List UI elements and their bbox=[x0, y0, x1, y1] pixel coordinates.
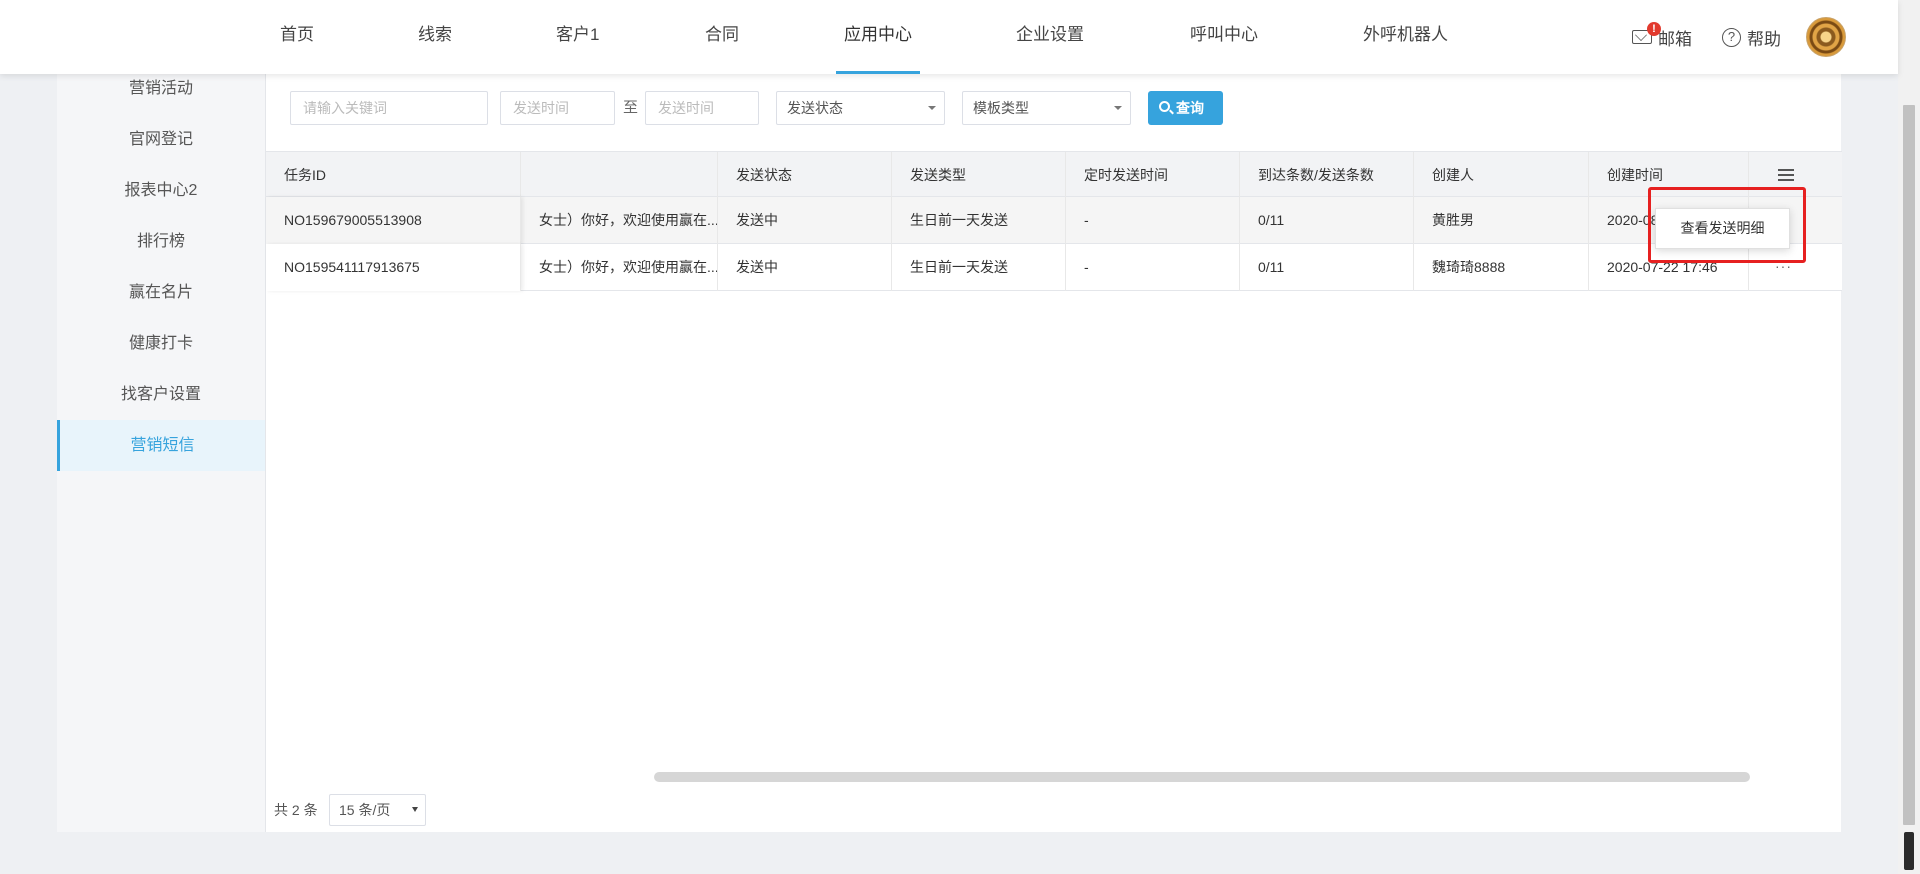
column-settings-icon[interactable] bbox=[1778, 169, 1794, 182]
send-status-select[interactable]: 发送状态 bbox=[776, 91, 945, 125]
cell-task-id: NO159541117913675 bbox=[266, 244, 521, 291]
query-button-label: 查询 bbox=[1176, 100, 1204, 116]
fixed-id-column: NO159541117913675 bbox=[266, 244, 521, 291]
sidebar-item-report-center[interactable]: 报表中心2 bbox=[57, 165, 265, 216]
template-type-select[interactable]: 模板类型 bbox=[962, 91, 1131, 125]
total-count: 共 2 条 bbox=[274, 802, 318, 818]
nav-item-app-center[interactable]: 应用中心 bbox=[836, 0, 920, 74]
keyword-input[interactable]: 请输入关键词 bbox=[290, 91, 488, 125]
nav-item-enterprise-settings[interactable]: 企业设置 bbox=[1016, 0, 1084, 74]
help-icon: ? bbox=[1722, 27, 1741, 47]
page-size-select[interactable]: 15 条/页 bbox=[329, 794, 426, 826]
nav-item-home[interactable]: 首页 bbox=[280, 0, 314, 74]
more-icon[interactable]: ··· bbox=[1775, 258, 1792, 274]
page-scrollbar[interactable] bbox=[1898, 0, 1920, 874]
header-creator: 创建人 bbox=[1414, 152, 1589, 198]
triangle-down-icon bbox=[412, 807, 418, 812]
fixed-id-column: NO159679005513908 bbox=[266, 197, 521, 244]
sidebar: 营销活动 官网登记 报表中心2 排行榜 赢在名片 健康打卡 找客户设置 营销短信 bbox=[57, 74, 265, 832]
start-time-input[interactable]: 发送时间 bbox=[500, 91, 615, 125]
cell-delivery-count: 0/11 bbox=[1240, 197, 1414, 244]
cell-creator: 黄胜男 bbox=[1414, 197, 1589, 244]
cell-send-type: 生日前一天发送 bbox=[892, 197, 1066, 244]
cell-created-time: 2020-07-22 17:46 bbox=[1589, 244, 1749, 291]
nav-item-contracts[interactable]: 合同 bbox=[705, 0, 739, 74]
send-status-select-label: 发送状态 bbox=[787, 100, 843, 116]
caret-down-icon bbox=[928, 106, 936, 110]
table-row: 女士）你好，欢迎使用赢在... 发送中 生日前一天发送 - 0/11 魏琦琦88… bbox=[266, 244, 1842, 291]
cell-scheduled-time: - bbox=[1066, 197, 1240, 244]
cell-delivery-count: 0/11 bbox=[1240, 244, 1414, 291]
caret-down-icon bbox=[1114, 106, 1122, 110]
header-scheduled-time: 定时发送时间 bbox=[1066, 152, 1240, 198]
avatar[interactable] bbox=[1806, 17, 1846, 57]
horizontal-scrollbar[interactable] bbox=[654, 772, 1750, 782]
scrollbar-thumb[interactable] bbox=[1903, 105, 1915, 825]
cell-send-status: 发送中 bbox=[718, 197, 892, 244]
page-size-label: 15 条/页 bbox=[339, 802, 391, 818]
header-send-status: 发送状态 bbox=[718, 152, 892, 198]
top-nav: 首页 线索 客户1 合同 应用中心 企业设置 呼叫中心 外呼机器人 ! 邮箱 ?… bbox=[0, 0, 1898, 74]
cell-send-status: 发送中 bbox=[718, 244, 892, 291]
help-link[interactable]: ? 帮助 bbox=[1722, 0, 1781, 74]
sidebar-item-marketing-sms[interactable]: 营销短信 bbox=[57, 420, 265, 471]
mailbox-label: 邮箱 bbox=[1658, 29, 1692, 49]
cell-content: 女士）你好，欢迎使用赢在... bbox=[521, 197, 718, 244]
query-button[interactable]: 查询 bbox=[1148, 91, 1223, 125]
mail-icon: ! bbox=[1632, 22, 1661, 44]
search-icon bbox=[1159, 101, 1170, 112]
help-label: 帮助 bbox=[1747, 29, 1781, 49]
table-header: 任务ID 发送状态 发送类型 定时发送时间 到达条数/发送条数 创建人 创建时间 bbox=[266, 151, 1842, 198]
view-send-details-menu-item[interactable]: 查看发送明细 bbox=[1655, 208, 1790, 249]
cell-task-id: NO159679005513908 bbox=[266, 197, 521, 244]
nav-item-customers[interactable]: 客户1 bbox=[556, 0, 599, 74]
header-content bbox=[521, 152, 718, 198]
cell-send-type: 生日前一天发送 bbox=[892, 244, 1066, 291]
cell-scheduled-time: - bbox=[1066, 244, 1240, 291]
main-panel: 请输入关键词 发送时间 至 发送时间 发送状态 模板类型 查询 任务ID 发送状… bbox=[265, 74, 1842, 832]
cell-content: 女士）你好，欢迎使用赢在... bbox=[521, 244, 718, 291]
nav-item-outbound-robot[interactable]: 外呼机器人 bbox=[1363, 0, 1448, 74]
date-range-separator: 至 bbox=[623, 99, 639, 116]
nav-item-call-center[interactable]: 呼叫中心 bbox=[1190, 0, 1258, 74]
end-time-input[interactable]: 发送时间 bbox=[645, 91, 759, 125]
sidebar-item-business-card[interactable]: 赢在名片 bbox=[57, 267, 265, 318]
header-task-id: 任务ID bbox=[266, 152, 521, 198]
template-type-select-label: 模板类型 bbox=[973, 100, 1029, 116]
cell-creator: 魏琦琦8888 bbox=[1414, 244, 1589, 291]
notification-badge: ! bbox=[1647, 22, 1661, 36]
table-row: 女士）你好，欢迎使用赢在... 发送中 生日前一天发送 - 0/11 黄胜男 2… bbox=[266, 197, 1842, 244]
header-created-time: 创建时间 bbox=[1589, 152, 1749, 198]
sidebar-item-website-registration[interactable]: 官网登记 bbox=[57, 114, 265, 165]
nav-item-leads[interactable]: 线索 bbox=[418, 0, 452, 74]
sidebar-item-leaderboard[interactable]: 排行榜 bbox=[57, 216, 265, 267]
scrollbar-handle[interactable] bbox=[1904, 832, 1914, 870]
mailbox-link[interactable]: ! 邮箱 bbox=[1632, 0, 1692, 74]
header-send-type: 发送类型 bbox=[892, 152, 1066, 198]
sidebar-item-find-customer-settings[interactable]: 找客户设置 bbox=[57, 369, 265, 420]
sidebar-item-health-checkin[interactable]: 健康打卡 bbox=[57, 318, 265, 369]
header-delivery-count: 到达条数/发送条数 bbox=[1240, 152, 1414, 198]
